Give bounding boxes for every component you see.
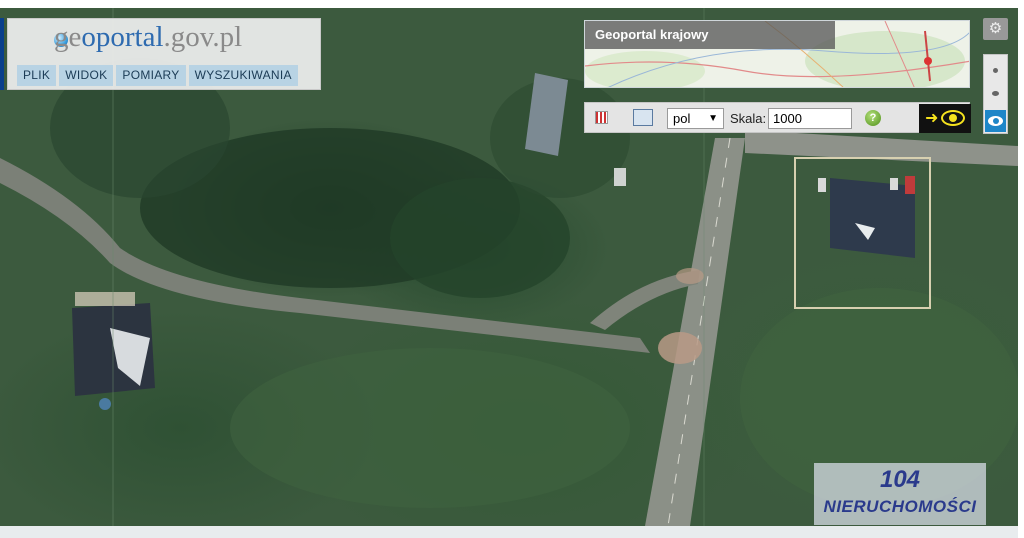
help-icon[interactable]: ? bbox=[865, 110, 881, 126]
wms-icon[interactable] bbox=[633, 109, 653, 126]
menu-item-plik[interactable]: PLIK bbox=[17, 65, 57, 86]
logo[interactable]: geoportal.gov.pl bbox=[54, 21, 242, 54]
grid-icon[interactable] bbox=[595, 111, 608, 124]
bottom-border bbox=[0, 526, 1024, 538]
language-select[interactable]: pol ▼ bbox=[667, 108, 724, 129]
watermark-text: NIERUCHOMOŚCI bbox=[823, 497, 977, 516]
left-edge-tab[interactable] bbox=[0, 18, 4, 90]
zoom-level-small-dot[interactable] bbox=[993, 68, 998, 73]
visibility-toggle-button[interactable]: ➜ bbox=[919, 104, 971, 133]
map-toolbar: pol ▼ Skala: 1000 ? ➜ bbox=[584, 102, 971, 133]
logo-prefix: ge bbox=[54, 21, 82, 53]
right-border bbox=[1018, 0, 1024, 538]
scale-input[interactable]: 1000 bbox=[768, 108, 852, 129]
arrow-right-icon: ➜ bbox=[925, 110, 939, 127]
header-panel: geoportal.gov.pl PLIK WIDOK POMIARY WYSZ… bbox=[7, 18, 321, 90]
scale-label: Skala: bbox=[730, 111, 767, 126]
watermark: 104 NIERUCHOMOŚCI bbox=[814, 463, 986, 525]
language-value: pol bbox=[673, 111, 691, 126]
menu-item-pomiary[interactable]: POMIARY bbox=[116, 65, 186, 86]
main-menu: PLIK WIDOK POMIARY WYSZUKIWANIA bbox=[17, 65, 298, 86]
eye-icon[interactable] bbox=[985, 110, 1006, 132]
logo-suffix: .gov.pl bbox=[163, 21, 243, 53]
menu-item-wyszukiwania[interactable]: WYSZUKIWANIA bbox=[188, 65, 298, 86]
overview-map[interactable]: Geoportal krajowy bbox=[584, 20, 970, 88]
top-border bbox=[0, 0, 1024, 8]
zoom-level-dot[interactable] bbox=[992, 91, 999, 96]
eye-icon bbox=[941, 110, 965, 126]
chevron-down-icon: ▼ bbox=[708, 113, 718, 124]
watermark-number: 104 bbox=[879, 466, 921, 493]
menu-item-widok[interactable]: WIDOK bbox=[59, 65, 114, 86]
gear-icon[interactable]: ⚙ bbox=[983, 18, 1008, 40]
zoom-panel bbox=[983, 54, 1008, 134]
logo-accent: oportal bbox=[81, 21, 164, 53]
overview-title: Geoportal krajowy bbox=[585, 21, 835, 49]
